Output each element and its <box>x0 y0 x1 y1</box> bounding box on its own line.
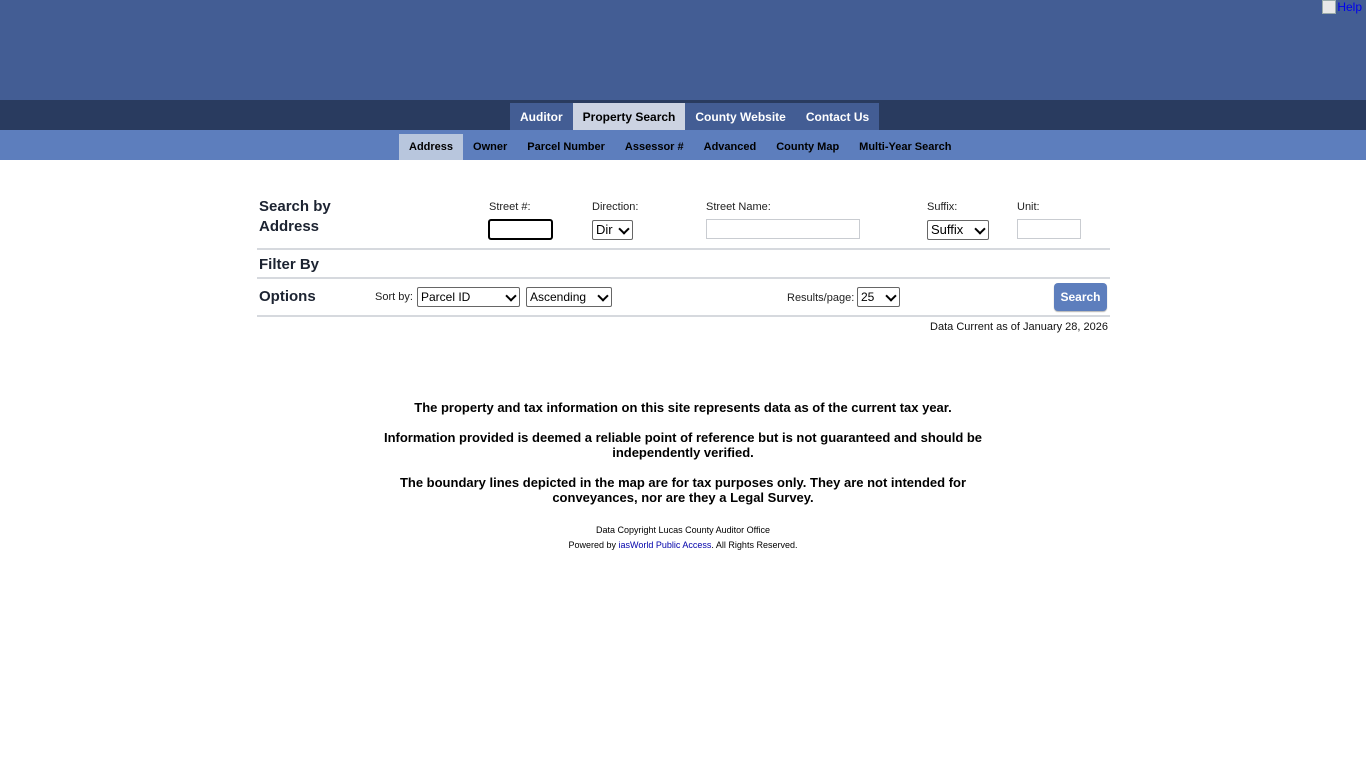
suffix-select[interactable]: Suffix <box>927 220 989 240</box>
copyright-text: Data Copyright Lucas County Auditor Offi… <box>596 525 770 535</box>
powered-prefix: Powered by <box>568 540 619 550</box>
results-per-page-label: Results/page: <box>787 292 855 304</box>
subtab-advanced[interactable]: Advanced <box>694 134 767 160</box>
subtab-address[interactable]: Address <box>399 134 464 160</box>
disclaimer-notice: The property and tax information on this… <box>360 400 1006 520</box>
tab-property-search[interactable]: Property Search <box>572 103 686 130</box>
top-nav: Auditor Property Search County Website C… <box>0 100 1366 130</box>
header-banner: Help <box>0 0 1366 100</box>
broken-image-icon <box>1322 0 1337 14</box>
subtab-parcel-number[interactable]: Parcel Number <box>517 134 615 160</box>
chevron-down-icon <box>505 290 517 302</box>
footer: Data Copyright Lucas County Auditor Offi… <box>360 523 1006 553</box>
sort-order-value: Ascending <box>530 290 587 304</box>
search-button[interactable]: Search <box>1054 283 1107 311</box>
powered-suffix: . All Rights Reserved. <box>711 540 798 550</box>
search-by-address-title: Search by Address <box>259 197 331 237</box>
options-row: Options Sort by: Parcel ID Ascending Res… <box>257 279 1110 317</box>
results-per-page-value: 25 <box>861 290 875 304</box>
street-name-label: Street Name: <box>706 201 771 213</box>
notice-paragraph-3: The boundary lines depicted in the map a… <box>399 475 967 505</box>
data-current-text: Data Current as of January 28, 2026 <box>930 321 1108 333</box>
street-num-label: Street #: <box>489 201 531 213</box>
notice-paragraph-2: Information provided is deemed a reliabl… <box>383 430 983 460</box>
suffix-label: Suffix: <box>927 201 958 213</box>
sort-order-select[interactable]: Ascending <box>526 287 612 307</box>
direction-label: Direction: <box>592 201 639 213</box>
tab-auditor[interactable]: Auditor <box>510 103 573 130</box>
options-title: Options <box>259 288 316 305</box>
results-per-page-select[interactable]: 25 <box>857 287 900 307</box>
street-num-input[interactable] <box>488 219 553 240</box>
sort-label: Sort by: <box>375 291 413 303</box>
tab-county-website[interactable]: County Website <box>685 103 796 130</box>
search-form: Search by Address Street #: Direction: D… <box>257 192 1110 333</box>
filter-by-title: Filter By <box>259 256 320 273</box>
suffix-value: Suffix <box>931 222 964 237</box>
help-link[interactable]: Help <box>1322 0 1362 14</box>
subtab-owner[interactable]: Owner <box>463 134 517 160</box>
subtab-multi-year-search[interactable]: Multi-Year Search <box>849 134 961 160</box>
subtab-county-map[interactable]: County Map <box>766 134 849 160</box>
sort-field-select[interactable]: Parcel ID <box>417 287 520 307</box>
title-line-1: Search by <box>259 198 331 215</box>
direction-value: Dir <box>596 222 613 237</box>
street-name-input[interactable] <box>706 219 860 239</box>
notice-paragraph-1: The property and tax information on this… <box>414 400 952 415</box>
unit-input[interactable] <box>1017 219 1081 239</box>
filter-row: Filter By <box>257 250 1110 279</box>
powered-by-line: Powered by iasWorld Public Access. All R… <box>360 538 1006 553</box>
address-row: Search by Address Street #: Direction: D… <box>257 192 1110 250</box>
chevron-down-icon <box>597 290 609 302</box>
sub-nav: Address Owner Parcel Number Assessor # A… <box>0 130 1366 160</box>
subtab-assessor[interactable]: Assessor # <box>615 134 694 160</box>
unit-label: Unit: <box>1017 201 1040 213</box>
chevron-down-icon <box>885 290 897 302</box>
help-label: Help <box>1337 0 1362 14</box>
iasworld-link[interactable]: iasWorld Public Access <box>619 540 712 550</box>
chevron-down-icon <box>618 223 630 235</box>
sort-field-value: Parcel ID <box>421 290 471 304</box>
direction-select[interactable]: Dir <box>592 220 633 240</box>
chevron-down-icon <box>974 223 986 235</box>
tab-contact-us[interactable]: Contact Us <box>795 103 880 130</box>
title-line-2: Address <box>259 218 320 235</box>
